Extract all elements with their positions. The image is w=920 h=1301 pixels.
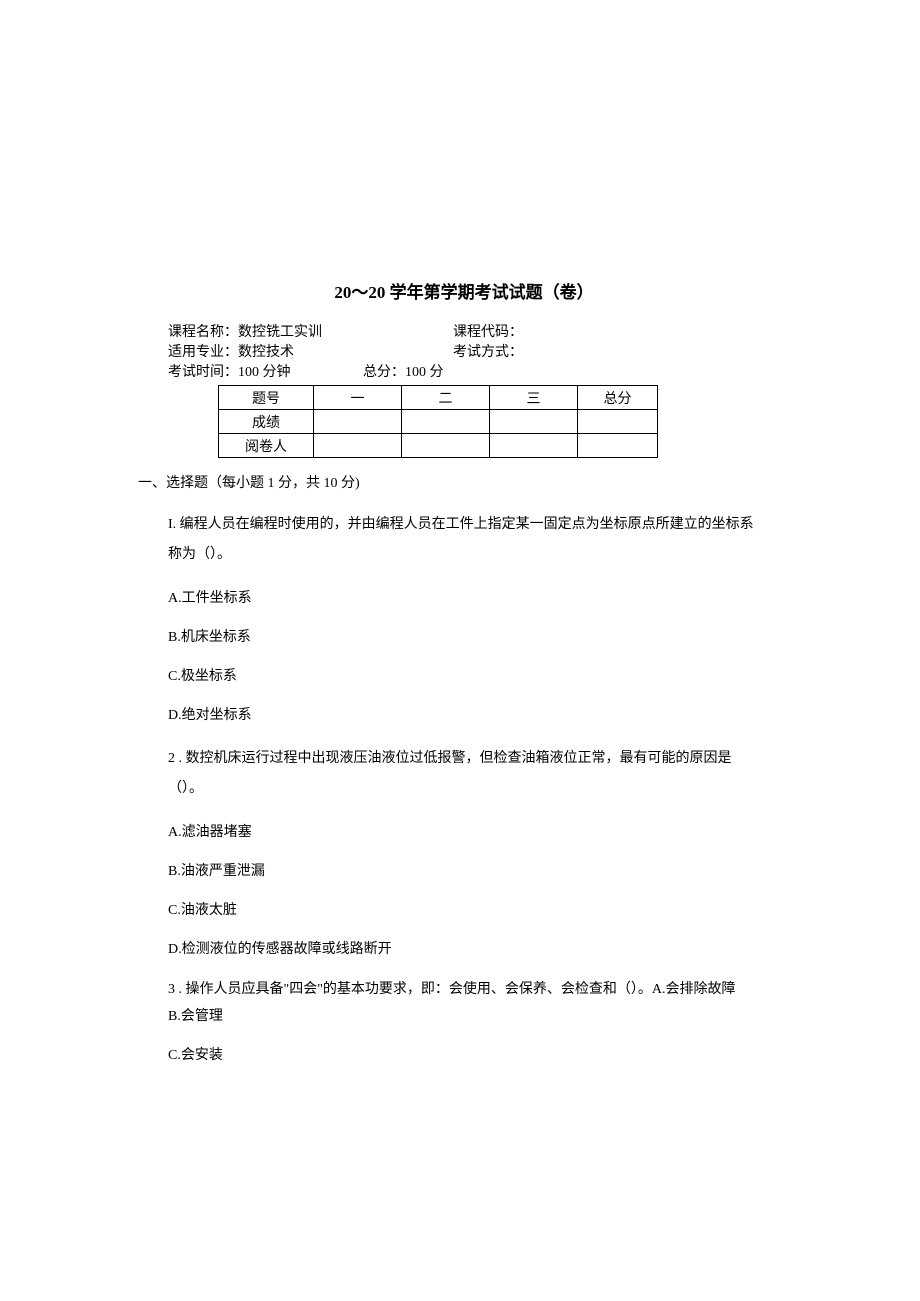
col-header: 一 — [314, 386, 402, 410]
exam-duration: 考试时间：100 分钟 — [168, 363, 363, 383]
total-score: 总分：100 分 — [363, 363, 444, 383]
option-b: B.机床坐标系 — [168, 627, 760, 648]
header-row-1: 课程名称：数控铣工实训 课程代码： — [168, 323, 760, 343]
question-text: 3 . 操作人员应具备"四会"的基本功要求，即：会使用、会保养、会检查和（）。A… — [168, 978, 760, 1002]
page-title: 20～20 学年第学期考试试题（卷） — [168, 278, 760, 303]
score-cell — [402, 410, 490, 434]
table-row: 阅卷人 — [219, 434, 658, 458]
content: I. 编程人员在编程时使用的，并由编程人员在工件上指定某一固定点为坐标原点所建立… — [168, 510, 760, 1066]
score-cell — [490, 410, 578, 434]
row-label: 题号 — [219, 386, 314, 410]
grader-cell — [490, 434, 578, 458]
score-table: 题号 一 二 三 总分 成绩 阅卷人 — [218, 385, 658, 458]
question-3: 3 . 操作人员应具备"四会"的基本功要求，即：会使用、会保养、会检查和（）。A… — [168, 978, 760, 1066]
section-title: 一、选择题（每小题 1 分，共 10 分) — [138, 472, 760, 492]
course-name: 课程名称：数控铣工实训 — [168, 323, 453, 343]
score-cell — [578, 410, 658, 434]
header-row-3: 考试时间：100 分钟 总分：100 分 — [168, 363, 760, 383]
row-label: 成绩 — [219, 410, 314, 434]
grader-cell — [578, 434, 658, 458]
option-c: C.极坐标系 — [168, 666, 760, 687]
col-header: 总分 — [578, 386, 658, 410]
major: 适用专业：数控技术 — [168, 343, 453, 363]
question-1: I. 编程人员在编程时使用的，并由编程人员在工件上指定某一固定点为坐标原点所建立… — [168, 510, 760, 726]
exam-mode: 考试方式： — [453, 343, 760, 363]
col-header: 三 — [490, 386, 578, 410]
option-a: A.工件坐标系 — [168, 588, 760, 609]
score-cell — [314, 410, 402, 434]
option-c: C.会安装 — [168, 1045, 760, 1066]
course-code: 课程代码： — [453, 323, 760, 343]
grader-cell — [402, 434, 490, 458]
table-row: 成绩 — [219, 410, 658, 434]
header-info: 课程名称：数控铣工实训 课程代码： 适用专业：数控技术 考试方式： 考试时间：1… — [168, 323, 760, 383]
row-label: 阅卷人 — [219, 434, 314, 458]
option-b: B.油液严重泄漏 — [168, 861, 760, 882]
option-d: D.绝对坐标系 — [168, 705, 760, 726]
table-row: 题号 一 二 三 总分 — [219, 386, 658, 410]
question-text: I. 编程人员在编程时使用的，并由编程人员在工件上指定某一固定点为坐标原点所建立… — [168, 510, 760, 570]
grader-cell — [314, 434, 402, 458]
header-row-2: 适用专业：数控技术 考试方式： — [168, 343, 760, 363]
question-text: 2 . 数控机床运行过程中出现液压油液位过低报警，但检查油箱液位正常，最有可能的… — [168, 744, 760, 804]
option-c: C.油液太脏 — [168, 900, 760, 921]
col-header: 二 — [402, 386, 490, 410]
option-b: B.会管理 — [168, 1006, 760, 1027]
option-d: D.检测液位的传感器故障或线路断开 — [168, 939, 760, 960]
question-2: 2 . 数控机床运行过程中出现液压油液位过低报警，但检查油箱液位正常，最有可能的… — [168, 744, 760, 960]
option-a: A.滤油器堵塞 — [168, 822, 760, 843]
exam-page: 20～20 学年第学期考试试题（卷） 课程名称：数控铣工实训 课程代码： 适用专… — [0, 0, 920, 1066]
